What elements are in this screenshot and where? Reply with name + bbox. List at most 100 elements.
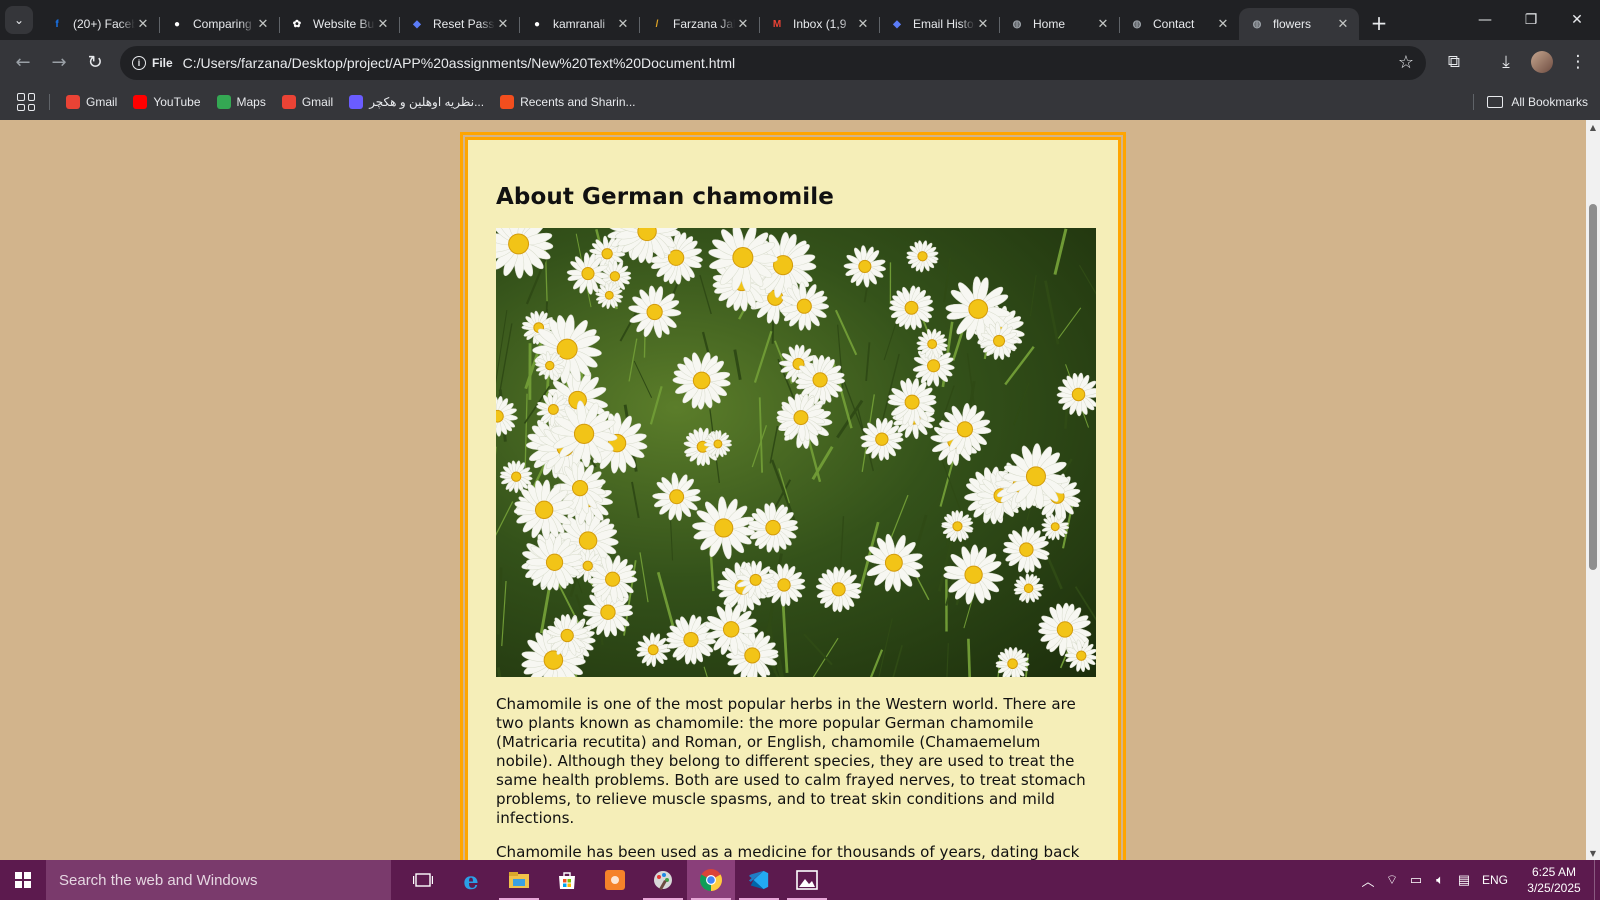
slash-icon: / bbox=[655, 18, 659, 30]
menu-button[interactable]: ⋮ bbox=[1560, 44, 1596, 80]
tab-close-icon[interactable]: ✕ bbox=[855, 16, 871, 32]
more-vert-icon: ⋮ bbox=[1569, 52, 1587, 72]
taskbar-file-explorer[interactable] bbox=[495, 860, 543, 900]
tab-5[interactable]: / Farzana Jabeen✕ bbox=[639, 8, 759, 40]
url-text[interactable]: C:/Users/farzana/Desktop/project/APP%20a… bbox=[183, 55, 735, 71]
scrollbar-thumb[interactable] bbox=[1589, 204, 1597, 570]
taskbar-photos[interactable] bbox=[783, 860, 831, 900]
tab-close-icon[interactable]: ✕ bbox=[1215, 16, 1231, 32]
tab-list: f(20+) Facebook✕●Comparing✕✿Website Buil… bbox=[39, 0, 1359, 40]
tab-10[interactable]: ◍ flowers ✕ bbox=[1239, 8, 1359, 40]
network-icon[interactable]: ⌔ bbox=[1380, 872, 1404, 888]
downloads-button[interactable]: ⤓ bbox=[1488, 44, 1524, 80]
page-heading: About German chamomile bbox=[496, 184, 834, 210]
tab-close-icon[interactable]: ✕ bbox=[1095, 16, 1111, 32]
restore-button[interactable]: ❐ bbox=[1508, 0, 1554, 40]
plus-icon: + bbox=[1370, 11, 1388, 35]
volume-icon[interactable]: 🔈︎ bbox=[1428, 872, 1452, 888]
taskbar-chrome[interactable] bbox=[687, 860, 735, 900]
page-scrollbar[interactable]: ▲ ▼ bbox=[1586, 120, 1600, 860]
bookmark-label: نظریه اوهلین و هکچر... bbox=[369, 95, 485, 109]
vscode-icon bbox=[748, 870, 769, 890]
system-tray: ︿ ⌔ ▭ 🔈︎ ▤ ENG 6:25 AM 3/25/2025 bbox=[1356, 860, 1600, 900]
tab-9[interactable]: ◍ Contact ✕ bbox=[1119, 8, 1239, 40]
tab-close-icon[interactable]: ✕ bbox=[375, 16, 391, 32]
all-bookmarks-button[interactable]: All Bookmarks bbox=[1473, 94, 1588, 110]
extensions-button[interactable]: ⧉ bbox=[1436, 44, 1472, 80]
bookmark-4[interactable]: نظریه اوهلین و هکچر... bbox=[341, 88, 492, 116]
globe-icon: ◍ bbox=[1132, 18, 1142, 30]
bookmark-0[interactable]: Gmail bbox=[58, 88, 125, 116]
bookmark-star-icon[interactable]: ☆ bbox=[1398, 52, 1414, 73]
bookmark-3[interactable]: Gmail bbox=[274, 88, 341, 116]
tab-strip: ⌄ f(20+) Facebook✕●Comparing✕✿Website Bu… bbox=[0, 0, 1600, 40]
tab-4[interactable]: ● kamranali ✕ bbox=[519, 8, 639, 40]
bookmark-1[interactable]: YouTube bbox=[125, 88, 208, 116]
taskbar-paint[interactable] bbox=[639, 860, 687, 900]
taskbar-vscode[interactable] bbox=[735, 860, 783, 900]
tab-title: Home bbox=[1033, 17, 1066, 31]
taskbar-app-orange[interactable] bbox=[591, 860, 639, 900]
download-icon: ⤓ bbox=[1502, 52, 1510, 72]
taskbar-edge[interactable]: e bbox=[447, 860, 495, 900]
apps-grid-icon[interactable] bbox=[17, 93, 35, 111]
start-button[interactable] bbox=[0, 860, 46, 900]
bookmark-label: Gmail bbox=[301, 95, 334, 109]
tab-title: flowers bbox=[1273, 17, 1312, 31]
minimize-icon: — bbox=[1478, 12, 1492, 28]
bookmark-favicon-icon bbox=[349, 95, 364, 109]
bookmark-2[interactable]: Maps bbox=[209, 88, 274, 116]
new-tab-button[interactable]: + bbox=[1365, 9, 1393, 37]
close-window-button[interactable]: ✕ bbox=[1554, 0, 1600, 40]
language-indicator[interactable]: ENG bbox=[1482, 873, 1508, 887]
orange-app-icon bbox=[605, 870, 625, 890]
tab-0[interactable]: f (20+) Facebook✕ bbox=[39, 8, 159, 40]
tab-close-icon[interactable]: ✕ bbox=[495, 16, 511, 32]
clock-time: 6:25 AM bbox=[1531, 865, 1577, 879]
github-icon: ● bbox=[173, 18, 181, 30]
photos-icon bbox=[796, 870, 818, 890]
shield-icon: ◆ bbox=[413, 18, 421, 30]
battery-icon[interactable]: ▭ bbox=[1404, 872, 1428, 888]
tab-3[interactable]: ◆ Reset Password✕ bbox=[399, 8, 519, 40]
taskbar-search-box[interactable]: Search the web and Windows bbox=[46, 860, 391, 900]
chevron-up-icon[interactable]: ︿ bbox=[1356, 871, 1380, 890]
edge-icon: e bbox=[463, 865, 479, 895]
reload-button[interactable]: ↻ bbox=[78, 45, 112, 79]
profile-button[interactable] bbox=[1524, 44, 1560, 80]
bookmark-5[interactable]: Recents and Sharin... bbox=[492, 88, 643, 116]
store-bag-icon bbox=[559, 872, 575, 889]
scroll-up-arrow-icon[interactable]: ▲ bbox=[1586, 120, 1600, 134]
tab-close-icon[interactable]: ✕ bbox=[615, 16, 631, 32]
forward-button[interactable]: → bbox=[42, 45, 76, 79]
taskbar-clock[interactable]: 6:25 AM 3/25/2025 bbox=[1518, 864, 1590, 896]
tab-close-icon[interactable]: ✕ bbox=[975, 16, 991, 32]
tab-close-icon[interactable]: ✕ bbox=[255, 16, 271, 32]
taskbar-store[interactable] bbox=[543, 860, 591, 900]
bookmarks-divider bbox=[49, 94, 50, 110]
minimize-button[interactable]: — bbox=[1462, 0, 1508, 40]
tab-6[interactable]: M Inbox (1,9 ✕ bbox=[759, 8, 879, 40]
close-icon: ✕ bbox=[1571, 12, 1583, 28]
tab-8[interactable]: ◍ Home ✕ bbox=[999, 8, 1119, 40]
address-bar[interactable]: i File C:/Users/farzana/Desktop/project/… bbox=[120, 46, 1426, 80]
site-info-chip[interactable]: i File bbox=[128, 50, 181, 76]
tab-close-icon[interactable]: ✕ bbox=[1335, 16, 1351, 32]
tab-title: (20+) Facebook bbox=[73, 17, 135, 31]
tab-close-icon[interactable]: ✕ bbox=[135, 16, 151, 32]
notifications-icon[interactable]: ▤ bbox=[1452, 872, 1476, 888]
bookmark-label: Maps bbox=[236, 95, 266, 109]
show-desktop-button[interactable] bbox=[1594, 860, 1600, 900]
tab-7[interactable]: ◆ Email History✕ bbox=[879, 8, 999, 40]
task-view-button[interactable] bbox=[399, 860, 447, 900]
tab-close-icon[interactable]: ✕ bbox=[735, 16, 751, 32]
tab-1[interactable]: ● Comparing ✕ bbox=[159, 8, 279, 40]
content-card: About German chamomile Chamomile is one … bbox=[460, 132, 1126, 860]
bookmark-label: Recents and Sharin... bbox=[520, 95, 636, 109]
tab-search-button[interactable]: ⌄ bbox=[5, 6, 33, 34]
paragraph-history: Chamomile has been used as a medicine fo… bbox=[496, 843, 1080, 860]
scroll-down-arrow-icon[interactable]: ▼ bbox=[1586, 846, 1600, 860]
tab-2[interactable]: ✿ Website Builder✕ bbox=[279, 8, 399, 40]
back-button[interactable]: ← bbox=[6, 45, 40, 79]
clock-date: 3/25/2025 bbox=[1527, 881, 1581, 895]
